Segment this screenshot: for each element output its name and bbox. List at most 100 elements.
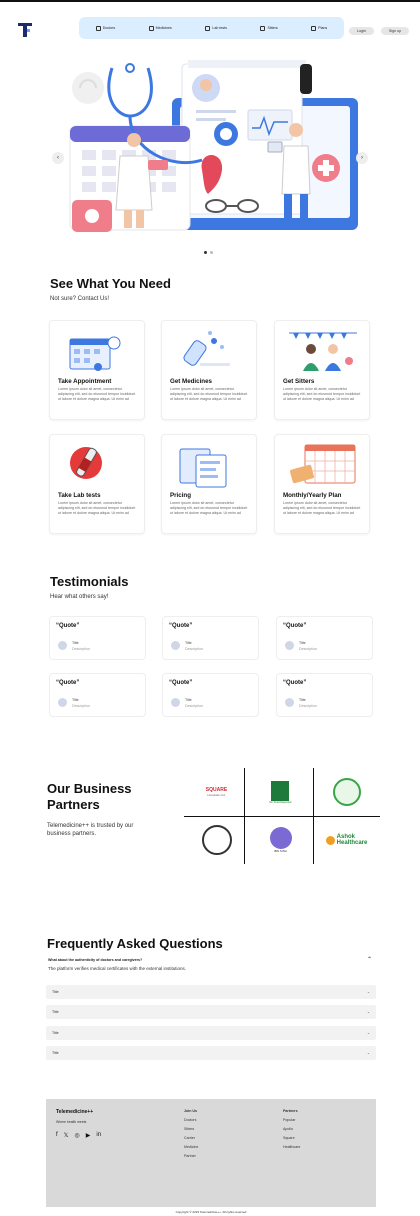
signup-button[interactable]: Sign up bbox=[381, 27, 409, 35]
partner-logo-ibnsina[interactable]: IBN SINA bbox=[248, 816, 313, 864]
nav-label: Sitters bbox=[267, 26, 278, 30]
logo[interactable] bbox=[17, 22, 33, 38]
testimonial-name: Title bbox=[299, 641, 306, 645]
footer-link[interactable]: Healthcare bbox=[283, 1143, 300, 1152]
faq-item[interactable]: Title ⌄ bbox=[46, 985, 376, 999]
nav-item-doctors[interactable]: Doctors bbox=[95, 25, 116, 31]
service-card-lab-tests[interactable]: Take Lab tests Lorem ipsum dolor sit ame… bbox=[49, 434, 145, 534]
nav-label: Plans bbox=[318, 26, 328, 30]
service-card-medicines[interactable]: Get Medicines Lorem ipsum dolor sit amet… bbox=[161, 320, 257, 420]
carousel-next-button[interactable]: › bbox=[356, 152, 368, 164]
chevron-down-icon: ⌄ bbox=[366, 1010, 370, 1014]
footer-partners-column: Partners Popular Apollo Square Healthcar… bbox=[283, 1107, 300, 1152]
calendar-icon bbox=[311, 25, 317, 31]
testimonial-quote: “Quote” bbox=[56, 623, 80, 629]
partners-title-line2: Partners bbox=[47, 797, 100, 812]
seal-emblem bbox=[332, 778, 361, 806]
footer-link[interactable]: Popular bbox=[283, 1116, 300, 1125]
copyright: Copyright © 2023 Telemedicine++. All rig… bbox=[175, 1210, 247, 1214]
nav-item-sitters[interactable]: Sitters bbox=[260, 25, 278, 31]
chevron-down-icon: ⌄ bbox=[366, 990, 370, 994]
testimonial-desc: Description bbox=[185, 704, 203, 708]
footer-column-title: Partners bbox=[283, 1109, 298, 1113]
nav-label: Lab tests bbox=[212, 26, 227, 30]
testimonial-name: Title bbox=[72, 698, 79, 702]
nav-item-lab-tests[interactable]: Lab tests bbox=[205, 25, 227, 31]
footer-link[interactable]: Partner bbox=[184, 1152, 198, 1161]
carousel-dot[interactable] bbox=[204, 251, 207, 254]
footer-column-title: Join Us bbox=[184, 1109, 197, 1113]
service-card-pricing[interactable]: Pricing Lorem ipsum dolor sit amet, cons… bbox=[161, 434, 257, 534]
service-card-sitters[interactable]: Get Sitters Lorem ipsum dolor sit amet, … bbox=[274, 320, 370, 420]
instagram-icon[interactable]: ◎ bbox=[75, 1132, 80, 1139]
testimonial-quote: “Quote” bbox=[56, 680, 80, 686]
nav-item-plans[interactable]: Plans bbox=[311, 25, 328, 31]
faq-item[interactable]: Title ⌄ bbox=[46, 1026, 376, 1040]
testimonials-subtitle: Hear what others say! bbox=[50, 594, 109, 600]
service-desc: Lorem ipsum dolor sit amet, consectetur … bbox=[283, 501, 361, 515]
faq-item[interactable]: Title ⌄ bbox=[46, 1046, 376, 1060]
linkedin-icon[interactable]: in bbox=[96, 1132, 101, 1139]
partner-logo-square[interactable]: SQUARE Hospitals Ltd. bbox=[184, 768, 249, 816]
service-title: Monthly/Yearly Plan bbox=[283, 492, 342, 499]
footer-brand: Telemedicine++ bbox=[56, 1109, 94, 1115]
testimonial-quote: “Quote” bbox=[169, 680, 193, 686]
person-icon bbox=[260, 25, 266, 31]
service-title: Get Medicines bbox=[170, 378, 212, 385]
footer: Telemedicine++ Where health meets f 𝕏 ◎ … bbox=[46, 1099, 376, 1207]
chevron-up-icon[interactable]: ⌃ bbox=[367, 956, 372, 963]
testimonial-card: “Quote” Title Description bbox=[162, 616, 259, 660]
faq-item-title: Title bbox=[52, 1031, 59, 1035]
carousel-dot[interactable] bbox=[210, 251, 213, 254]
x-icon[interactable]: 𝕏 bbox=[64, 1132, 69, 1139]
footer-link[interactable]: Sitters bbox=[184, 1125, 198, 1134]
avatar bbox=[58, 698, 67, 707]
partners-logo-grid: SQUARE Hospitals Ltd. Ibn Sina Diagnosti… bbox=[184, 768, 380, 864]
testimonial-quote: “Quote” bbox=[283, 623, 307, 629]
partner-emblem bbox=[271, 780, 290, 801]
hero-illustration bbox=[69, 60, 358, 232]
partner-logo-ibnsina-diagnostic[interactable]: Ibn Sina Diagnostic bbox=[248, 768, 313, 816]
testimonial-card: “Quote” Title Description bbox=[49, 673, 146, 717]
partner-logo-seal[interactable] bbox=[314, 768, 379, 816]
footer-link[interactable]: Square bbox=[283, 1134, 300, 1143]
testimonial-quote: “Quote” bbox=[283, 680, 307, 686]
faq-item[interactable]: Title ⌄ bbox=[46, 1005, 376, 1019]
testimonial-desc: Description bbox=[72, 647, 90, 651]
youtube-icon[interactable]: ▶ bbox=[86, 1132, 91, 1139]
pill-icon bbox=[148, 25, 154, 31]
footer-link[interactable]: Apollo bbox=[283, 1125, 300, 1134]
carousel-dots bbox=[204, 251, 213, 254]
partners-title: Our Business Partners bbox=[47, 781, 132, 813]
avatar bbox=[171, 641, 180, 650]
service-card-appointment[interactable]: Take Appointment Lorem ipsum dolor sit a… bbox=[49, 320, 145, 420]
sitters-illustration bbox=[289, 332, 357, 371]
footer-join-column: Join Us Doctors Sitters Carrier Medicine… bbox=[184, 1107, 198, 1161]
pricing-illustration bbox=[179, 448, 227, 488]
testimonial-card: “Quote” Title Description bbox=[276, 673, 373, 717]
footer-link[interactable]: Doctors bbox=[184, 1116, 198, 1125]
appointment-illustration bbox=[69, 336, 121, 371]
partner-logo-round[interactable] bbox=[184, 816, 249, 864]
facebook-icon[interactable]: f bbox=[56, 1132, 58, 1139]
social-links: f 𝕏 ◎ ▶ in bbox=[56, 1132, 101, 1139]
nav-label: Medicines bbox=[155, 26, 172, 30]
carousel-prev-button[interactable]: ‹ bbox=[52, 152, 64, 164]
partners-desc-line2: business partners. bbox=[47, 831, 97, 837]
footer-link[interactable]: Carrier bbox=[184, 1134, 198, 1143]
login-button[interactable]: Login bbox=[349, 27, 374, 35]
testimonial-name: Title bbox=[72, 641, 79, 645]
faq-title: Frequently Asked Questions bbox=[47, 936, 223, 951]
partner-logo-ashok[interactable]: Ashok Healthcare bbox=[314, 816, 379, 864]
footer-tagline: Where health meets bbox=[56, 1120, 87, 1124]
faq-open-item[interactable]: What about the authenticity of doctors a… bbox=[46, 956, 376, 976]
footer-link[interactable]: Medicine bbox=[184, 1143, 198, 1152]
service-card-plan[interactable]: Monthly/Yearly Plan Lorem ipsum dolor si… bbox=[274, 434, 370, 534]
services-subtitle: Not sure? Contact Us! bbox=[50, 296, 110, 302]
nav-item-medicines[interactable]: Medicines bbox=[148, 25, 172, 31]
testimonial-card: “Quote” Title Description bbox=[162, 673, 259, 717]
service-desc: Lorem ipsum dolor sit amet, consectetur … bbox=[58, 387, 136, 401]
partner-sub: Hospitals Ltd. bbox=[207, 793, 226, 797]
lab-tests-illustration bbox=[70, 447, 102, 479]
nav-label: Doctors bbox=[102, 26, 116, 30]
